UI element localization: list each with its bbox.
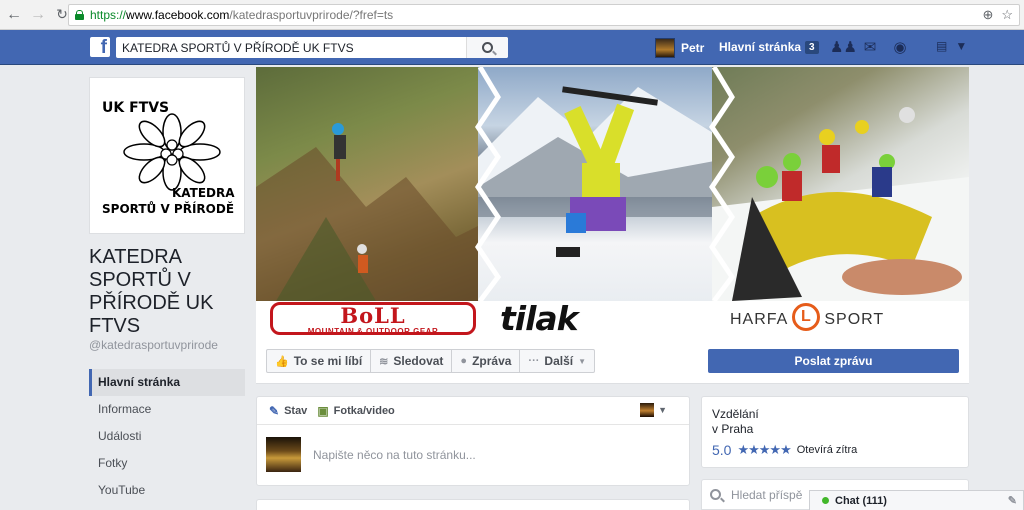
facebook-top-bar: f Petr Hlavní stránka 3 ♟♟ ✉ ◉ ▤ ▼ [0,30,1024,65]
camera-icon: ▣ [317,403,329,418]
chevron-down-icon: ▼ [658,405,667,415]
user-name: Petr [681,41,705,55]
page-title[interactable]: KATEDRA SPORTŮ V PŘÍRODĚ UK FTVS [89,246,249,338]
harfa-right-text: SPORT [824,311,885,329]
chat-bar[interactable]: Chat (111) ✎ [809,490,1024,510]
forward-icon[interactable]: → [28,5,48,25]
rating-stars-icon: ★★★★★ [737,442,791,457]
zoom-icon[interactable]: ⊕ [982,7,993,23]
boll-tagline: MOUNTAIN & OUTDOOR GEAR [307,327,439,336]
facebook-search[interactable] [116,37,508,58]
cover-photo[interactable] [256,67,969,301]
speech-bubble-icon: ● [460,355,468,367]
edelweiss-icon [123,113,221,191]
search-input[interactable] [122,40,462,55]
message-button[interactable]: ● Zpráva [452,350,521,372]
harfa-sport-logo: HARFA L SPORT [730,303,885,331]
tab-status[interactable]: ✎ Stav [269,404,307,418]
thumbs-up-icon: 👍 [275,355,289,368]
tilak-logo: tilak [500,299,579,338]
url-path: /katedrasportuvprirode/?fref=ts [229,8,394,22]
rss-icon: ≋ [379,355,389,368]
browser-toolbar: ← → ↻ https:// www.facebook.com /katedra… [0,0,1024,30]
tab-status-label: Stav [284,404,308,417]
chat-label: Chat (111) [835,494,887,507]
send-message-button[interactable]: Poslat zprávu [708,349,959,373]
page-sidebar-nav: Hlavní stránka Informace Události Fotky … [89,369,245,504]
post-composer: ✎ Stav ▣ Fotka/video ▼ Napište něco na t… [256,396,690,486]
page-actions-group: 👍 To se mi líbí ≋ Sledovat ● Zpráva ··· … [266,349,596,373]
avatar [655,38,675,58]
chevron-down-icon: ▼ [578,356,587,366]
boll-logo: BoLL MOUNTAIN & OUTDOOR GEAR [270,302,476,336]
facebook-logo[interactable]: f [90,37,110,57]
harfa-l-mark: L [792,303,821,331]
search-button[interactable] [466,37,508,58]
follow-button[interactable]: ≋ Sledovat [371,350,453,372]
avatar [266,437,301,472]
message-label: Zpráva [472,354,512,368]
tab-photo-label: Fotka/video [333,404,395,417]
ellipsis-icon: ··· [528,355,540,367]
follow-label: Sledovat [393,354,444,368]
search-icon [482,42,493,53]
url-domain: www.facebook.com [126,8,230,22]
online-status-icon [822,497,829,504]
home-label: Hlavní stránka [719,40,802,54]
page-action-bar: 👍 To se mi líbí ≋ Sledovat ● Zpráva ··· … [256,339,969,384]
sidebar-item-home[interactable]: Hlavní stránka [89,369,245,396]
search-icon [710,489,721,500]
like-label: To se mi líbí [293,354,363,368]
sponsor-strip: BoLL MOUNTAIN & OUTDOOR GEAR tilak HARFA… [256,301,969,339]
rating-value[interactable]: 5.0 [712,442,731,458]
bookmark-star-icon[interactable]: ☆ [1001,7,1013,23]
sidebar-item-events[interactable]: Události [89,423,245,450]
compose-icon[interactable]: ✎ [1008,494,1017,507]
city-text: v Praha [712,422,754,436]
friend-requests-icon[interactable]: ♟♟ [830,39,857,57]
lock-icon [75,10,84,20]
profile-picture[interactable]: UK FTVS KATEDRA SPORTŮ V PŘÍRODĚ [89,77,245,234]
harfa-left-text: HARFA [730,311,789,329]
like-button[interactable]: 👍 To se mi líbí [267,350,372,372]
url-scheme: https:// [90,8,127,22]
quick-help-icon[interactable]: ▤ [936,39,947,53]
logo-text-line1: KATEDRA [172,186,235,200]
page-search-input[interactable]: Hledat příspě [731,488,802,502]
chevron-down-icon[interactable]: ▼ [955,39,967,53]
composer-input[interactable]: Napište něco na tuto stránku... [313,448,476,462]
sidebar-item-info[interactable]: Informace [89,396,245,423]
post-as-selector[interactable]: ▼ [640,403,667,417]
pencil-icon: ✎ [269,403,280,418]
more-label: Další [544,354,574,368]
more-button[interactable]: ··· Další ▼ [520,350,594,372]
notifications-globe-icon[interactable]: ◉ [890,39,910,57]
logo-text-line2: SPORTŮ V PŘÍRODĚ [102,202,235,216]
opening-hours-text: Otevírá zítra [796,444,858,456]
feed-card [256,499,690,510]
sidebar-item-youtube[interactable]: YouTube [89,477,245,504]
boll-name: BoLL [340,303,406,328]
page-handle[interactable]: @katedrasportuvprirode [89,338,218,352]
back-icon[interactable]: ← [4,5,24,25]
cover-divider [474,67,502,301]
messages-icon[interactable]: ✉ [860,39,880,57]
cover-climbing-photo [256,67,496,301]
tab-photo-video[interactable]: ▣ Fotka/video [317,404,394,418]
address-bar[interactable]: https:// www.facebook.com /katedrasportu… [68,4,1020,26]
cover-divider [708,67,736,301]
avatar [640,403,655,417]
profile-link[interactable]: Petr [655,38,704,58]
cover-rafting-photo [712,67,969,301]
sidebar-item-photos[interactable]: Fotky [89,450,245,477]
home-link[interactable]: Hlavní stránka 3 [719,40,819,54]
page-info-box: Vzdělání v Praha 5.0 ★★★★★ Otevírá zítra [701,396,969,468]
home-count-badge: 3 [805,40,819,54]
category-link[interactable]: Vzdělání [712,407,958,422]
